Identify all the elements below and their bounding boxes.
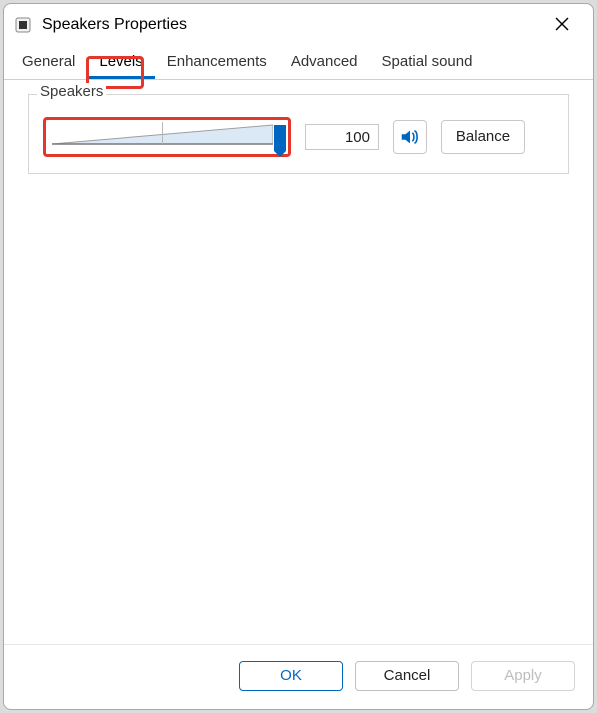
mute-button[interactable] xyxy=(393,120,427,154)
tab-general[interactable]: General xyxy=(10,46,87,79)
titlebar: Speakers Properties xyxy=(4,4,593,46)
volume-value: 100 xyxy=(345,129,370,146)
close-icon xyxy=(555,17,569,31)
tab-advanced[interactable]: Advanced xyxy=(279,46,370,79)
slider-track-icon xyxy=(52,122,273,147)
ok-button[interactable]: OK xyxy=(239,661,343,691)
tab-spatial-sound[interactable]: Spatial sound xyxy=(370,46,485,79)
tab-enhancements[interactable]: Enhancements xyxy=(155,46,279,79)
dialog-buttons: OK Cancel Apply xyxy=(4,644,593,709)
balance-button[interactable]: Balance xyxy=(441,120,525,154)
speakers-group: Speakers 100 xyxy=(28,94,569,174)
properties-window: Speakers Properties General Levels Enhan… xyxy=(3,3,594,710)
slider-thumb[interactable] xyxy=(274,125,286,151)
cancel-button[interactable]: Cancel xyxy=(355,661,459,691)
tab-strip: General Levels Enhancements Advanced Spa… xyxy=(4,46,593,80)
volume-row: 100 Balance xyxy=(43,117,554,157)
volume-value-box[interactable]: 100 xyxy=(305,124,379,150)
highlight-box-slider xyxy=(43,117,291,157)
volume-slider[interactable] xyxy=(48,122,286,152)
close-button[interactable] xyxy=(545,11,579,40)
tab-content: Speakers 100 xyxy=(4,80,593,644)
speaker-icon xyxy=(399,126,421,148)
titlebar-app-icon xyxy=(14,16,32,34)
tab-levels[interactable]: Levels xyxy=(87,46,154,79)
apply-button[interactable]: Apply xyxy=(471,661,575,691)
window-title: Speakers Properties xyxy=(42,16,545,34)
group-title: Speakers xyxy=(37,83,106,100)
